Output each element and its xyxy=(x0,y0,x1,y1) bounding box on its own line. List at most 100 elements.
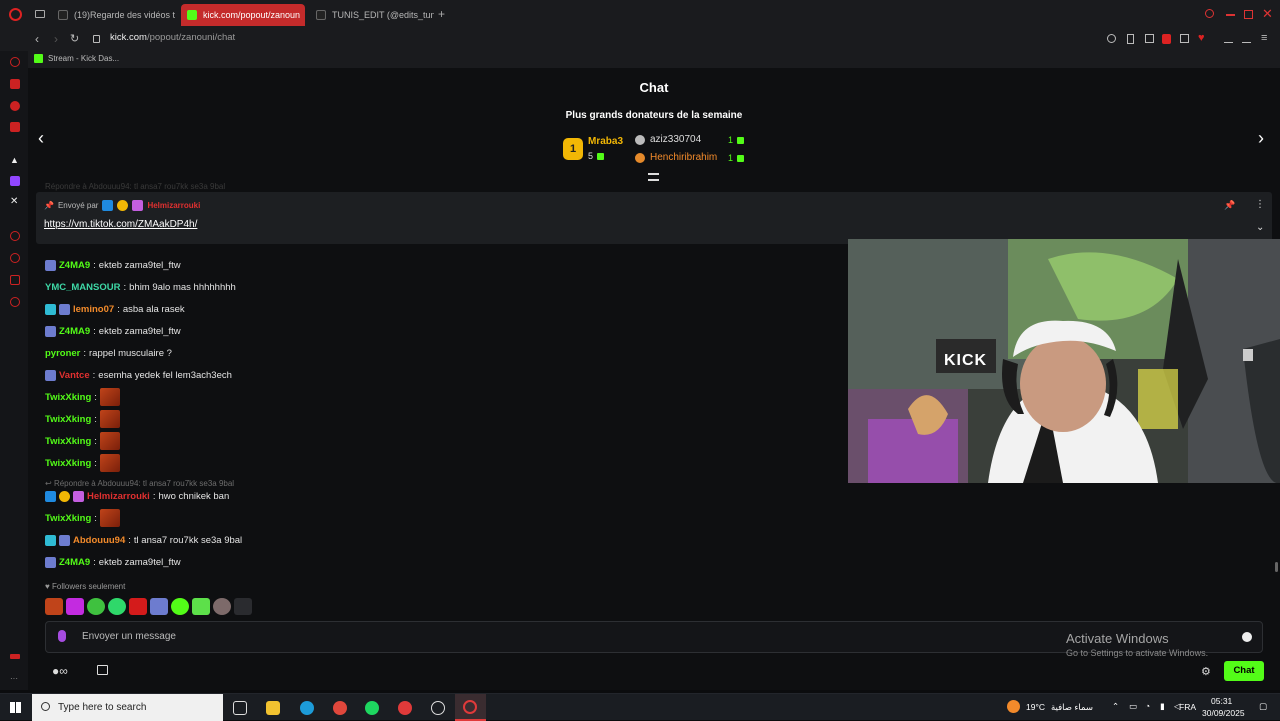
shopping-icon[interactable] xyxy=(10,79,20,89)
twitch-icon[interactable] xyxy=(10,176,20,186)
music-icon[interactable] xyxy=(10,122,20,132)
menu-icon[interactable]: ≡ xyxy=(1261,32,1267,44)
message-user[interactable]: Z4MA9 xyxy=(59,326,90,337)
message-user[interactable]: Z4MA9 xyxy=(59,557,90,568)
tab-tiktok[interactable]: (19)Regarde des vidéos t xyxy=(52,4,176,26)
emote-button[interactable] xyxy=(234,598,252,615)
tab-manager-icon[interactable] xyxy=(35,10,45,18)
pinned-user[interactable]: Helmizarrouki xyxy=(147,201,200,210)
vpn-icon[interactable] xyxy=(10,654,20,659)
emoji-icon[interactable] xyxy=(1242,632,1252,642)
messenger-icon[interactable] xyxy=(10,101,20,111)
app-icon-2[interactable] xyxy=(431,701,445,715)
taskbar-search[interactable]: Type here to search xyxy=(32,694,223,721)
pin-icon[interactable] xyxy=(1127,34,1134,44)
emote-image[interactable] xyxy=(99,454,120,472)
emote-button[interactable] xyxy=(129,598,147,615)
download-icon[interactable] xyxy=(1224,34,1233,43)
maximize-icon[interactable] xyxy=(1244,10,1253,19)
tray-chevron-icon[interactable]: ⌃ xyxy=(1112,701,1119,712)
emote-button[interactable] xyxy=(66,598,84,615)
app-icon[interactable] xyxy=(398,701,412,715)
x-icon[interactable]: ✕ xyxy=(10,197,20,207)
player-icon[interactable]: ♥ xyxy=(1198,32,1205,44)
back-icon[interactable]: ‹ xyxy=(35,32,39,46)
message-user[interactable]: pyroner xyxy=(45,348,80,359)
chrome-icon[interactable] xyxy=(333,701,347,715)
emote-button[interactable] xyxy=(108,598,126,615)
emote-button[interactable] xyxy=(45,598,63,615)
windows-start-icon[interactable] xyxy=(10,702,21,713)
easy-setup-icon[interactable] xyxy=(1242,34,1251,43)
emote-button[interactable] xyxy=(171,598,189,615)
spotify-icon[interactable] xyxy=(365,701,379,715)
emote-button[interactable] xyxy=(150,598,168,615)
message-user[interactable]: Vantce xyxy=(59,370,90,381)
new-tab-icon[interactable]: + xyxy=(438,7,445,21)
edge-icon[interactable] xyxy=(300,701,314,715)
reload-icon[interactable]: ↻ xyxy=(70,32,79,45)
message-user[interactable]: TwixXking xyxy=(45,513,91,524)
chevron-right-icon[interactable]: › xyxy=(1258,129,1272,147)
bookmark-stream[interactable]: Stream - Kick Das... xyxy=(34,54,119,63)
emote-image[interactable] xyxy=(99,509,120,527)
zoom-icon[interactable] xyxy=(1107,34,1116,43)
stream-video[interactable]: KICK xyxy=(848,239,1280,483)
more-icon[interactable]: ··· xyxy=(10,674,20,684)
reply-reference[interactable]: ↩ Répondre à Abdouuu94: tl ansa7 rou7kk … xyxy=(45,479,234,488)
more-options-icon[interactable]: ⋮ xyxy=(1255,199,1265,210)
message-user[interactable]: TwixXking xyxy=(45,392,91,403)
collapse-icon[interactable] xyxy=(648,173,659,181)
url-field[interactable]: kick.com/popout/zanouni/chat xyxy=(110,32,235,43)
notifications-icon[interactable]: ▢ xyxy=(1259,701,1267,712)
snapshot-icon[interactable] xyxy=(1145,34,1154,43)
extensions-sidebar-icon[interactable] xyxy=(10,275,20,285)
tab-tunis-edit[interactable]: TUNIS_EDIT (@edits_tunis xyxy=(310,4,434,26)
message-user[interactable]: YMC_MANSOUR xyxy=(45,282,120,293)
temperature[interactable]: 19°C xyxy=(1026,702,1045,712)
task-view-icon[interactable] xyxy=(233,701,247,715)
mic-icon[interactable] xyxy=(58,630,66,642)
extensions-icon[interactable] xyxy=(1180,34,1189,43)
chat-settings-icon[interactable]: ⚙ xyxy=(1201,665,1211,678)
emote-button[interactable] xyxy=(192,598,210,615)
donor-name-3[interactable]: Henchiribrahim xyxy=(650,152,717,163)
emote-image[interactable] xyxy=(99,388,120,406)
wifi-icon[interactable]: ◔ xyxy=(1145,701,1150,711)
store-icon[interactable] xyxy=(97,665,108,675)
points-icon[interactable]: ●∞ xyxy=(52,664,68,678)
opera-logo-icon[interactable] xyxy=(9,8,22,21)
emote-button[interactable] xyxy=(213,598,231,615)
history-icon[interactable] xyxy=(10,231,20,241)
speed-dial-icon[interactable] xyxy=(10,57,20,67)
message-user[interactable]: lemino07 xyxy=(73,304,114,315)
message-user[interactable]: TwixXking xyxy=(45,436,91,447)
emote-image[interactable] xyxy=(99,432,120,450)
language[interactable]: FRA xyxy=(1179,702,1196,712)
close-window-icon[interactable]: ✕ xyxy=(1262,6,1273,22)
file-explorer-icon[interactable] xyxy=(266,701,280,715)
scrollbar[interactable] xyxy=(1275,562,1278,572)
message-user[interactable]: Z4MA9 xyxy=(59,260,90,271)
shield-icon[interactable] xyxy=(1162,34,1171,44)
weather-condition[interactable]: سماء صافية xyxy=(1051,702,1093,713)
message-user[interactable]: Abdouuu94 xyxy=(73,535,125,546)
message-user[interactable]: Helmizarrouki xyxy=(87,491,150,502)
unpin-icon[interactable]: 📌 xyxy=(1224,200,1235,211)
message-user[interactable]: TwixXking xyxy=(45,458,91,469)
message-user[interactable]: TwixXking xyxy=(45,414,91,425)
clock-time[interactable]: 05:31 xyxy=(1211,696,1232,706)
tab-kick[interactable]: kick.com/popout/zanoun xyxy=(181,4,305,26)
settings-icon[interactable] xyxy=(10,297,20,307)
aria-icon[interactable]: ▲ xyxy=(10,155,20,165)
donor-name-1[interactable]: Mraba3 xyxy=(588,136,623,147)
emote-button[interactable] xyxy=(87,598,105,615)
chevron-left-icon[interactable]: ‹ xyxy=(38,129,52,147)
pinned-link[interactable]: https://vm.tiktok.com/ZMAakDP4h/ xyxy=(44,219,197,230)
expand-icon[interactable]: ⌄ xyxy=(1256,222,1264,233)
network-icon[interactable]: ▭ xyxy=(1129,701,1137,712)
search-tabs-icon[interactable] xyxy=(1205,9,1214,18)
opera-taskbar-icon[interactable] xyxy=(455,694,486,721)
send-chat-button[interactable]: Chat xyxy=(1224,661,1264,681)
forward-icon[interactable]: › xyxy=(54,32,58,46)
